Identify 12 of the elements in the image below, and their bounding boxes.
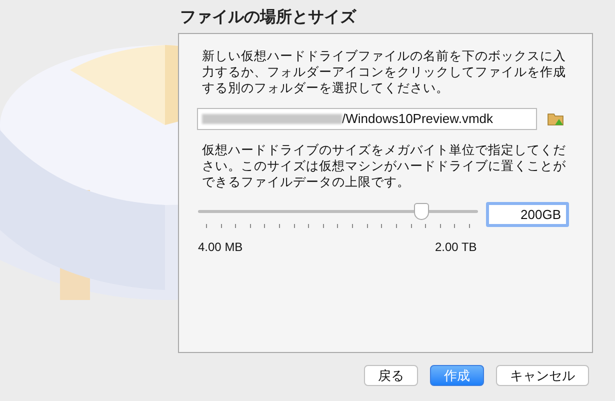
dialog-button[interactable]: 戻る — [364, 365, 418, 386]
location-description: 新しい仮想ハードドライブファイルの名前を下のボックスに入力するか、フォルダーアイコンをクリックしてファイルを作成する別のフォルダーを選択してください。 — [202, 48, 567, 96]
min-size-label: 4.00 MB — [198, 239, 243, 256]
slider-thumb[interactable] — [414, 203, 430, 220]
folder-icon[interactable] — [547, 111, 565, 127]
page-title: ファイルの場所とサイズ — [180, 8, 356, 28]
size-field[interactable]: 200GB — [486, 202, 569, 227]
file-path-text: /Windows10Preview.vmdk — [342, 110, 493, 128]
dialog-button[interactable]: キャンセル — [496, 365, 589, 386]
max-size-label: 2.00 TB — [435, 239, 477, 256]
size-description: 仮想ハードドライブのサイズをメガバイト単位で指定してください。このサイズは仮想マシンがハードドライブに置くことができるファイルデータの上限です。 — [202, 142, 567, 190]
file-path-field[interactable]: /Windows10Preview.vmdk — [197, 108, 537, 130]
